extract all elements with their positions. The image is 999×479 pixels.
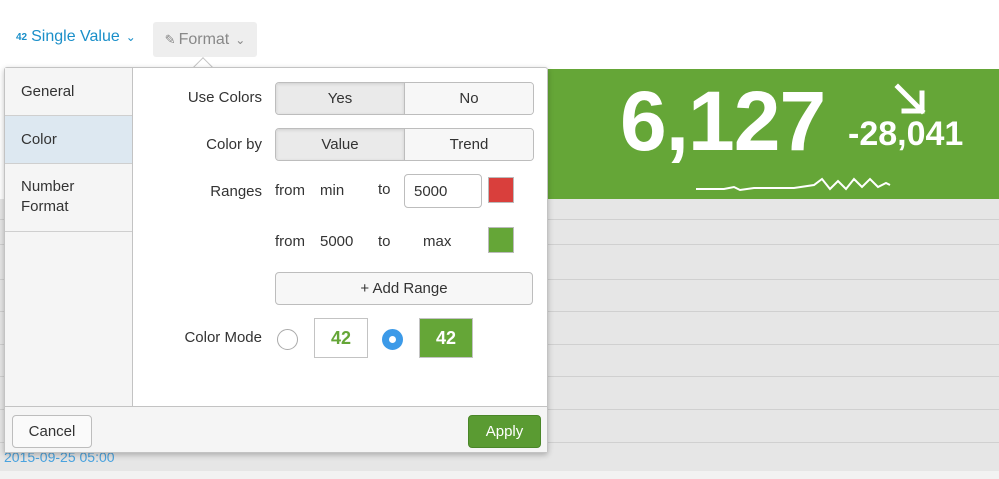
range-from-value: 5000 (320, 233, 354, 250)
color-mode-text-radio[interactable] (277, 329, 298, 350)
color-mode-block-preview[interactable]: 42 (419, 318, 473, 358)
format-label: Format (178, 30, 230, 48)
nav-item-number-format[interactable]: Number Format (5, 164, 132, 232)
table-row (0, 471, 999, 479)
color-by-trend-button[interactable]: Trend (404, 129, 533, 160)
ranges-label: Ranges (210, 183, 262, 200)
use-colors-toggle: Yes No (275, 82, 534, 115)
range-color-swatch[interactable] (488, 177, 514, 203)
range-to-label: to (378, 181, 391, 198)
color-by-toggle: Value Trend (275, 128, 534, 161)
single-value-delta: -28,041 (848, 115, 964, 153)
range-from-label: from (275, 233, 305, 250)
chevron-down-icon: ⌄ (235, 32, 246, 47)
single-value-number: 6,127 (620, 74, 826, 168)
color-by-label: Color by (206, 136, 262, 153)
range-from-label: from (275, 182, 305, 199)
apply-button[interactable]: Apply (468, 415, 541, 448)
range-to-label: to (378, 233, 391, 250)
color-mode-label: Color Mode (184, 329, 262, 346)
use-colors-label: Use Colors (187, 89, 262, 106)
viz-type-label: Single Value (31, 28, 120, 45)
use-colors-yes-button[interactable]: Yes (276, 83, 404, 114)
use-colors-no-button[interactable]: No (404, 83, 533, 114)
range-from-value: min (320, 182, 345, 199)
format-button[interactable]: ✎ Format ⌄ (153, 22, 257, 57)
single-value-icon: 42 (16, 31, 28, 43)
range-to-value: max (423, 233, 452, 250)
format-panel: General Color Number Format Use Colors Y… (4, 67, 548, 453)
range-to-input[interactable] (404, 174, 482, 208)
add-range-button[interactable]: + Add Range (275, 272, 533, 305)
format-panel-footer: Cancel Apply (5, 406, 547, 452)
format-side-nav: General Color Number Format (5, 68, 133, 406)
nav-item-color[interactable]: Color (5, 116, 132, 164)
color-mode-text-preview[interactable]: 42 (314, 318, 368, 358)
nav-item-general[interactable]: General (5, 68, 132, 116)
pencil-icon: ✎ (164, 31, 176, 47)
color-by-value-button[interactable]: Value (276, 129, 404, 160)
cancel-button[interactable]: Cancel (12, 415, 92, 448)
single-value-viz: 6,127 -28,041 (548, 69, 999, 199)
trend-down-arrow-icon (894, 83, 926, 115)
sparkline (696, 177, 891, 192)
viz-toolbar: 42 Single Value ⌄ ✎ Format ⌄ (0, 0, 999, 66)
chevron-down-icon: ⌄ (125, 30, 136, 44)
color-mode-block-radio[interactable] (382, 329, 403, 350)
viz-type-picker[interactable]: 42 Single Value ⌄ (16, 28, 136, 46)
range-color-swatch[interactable] (488, 227, 514, 253)
